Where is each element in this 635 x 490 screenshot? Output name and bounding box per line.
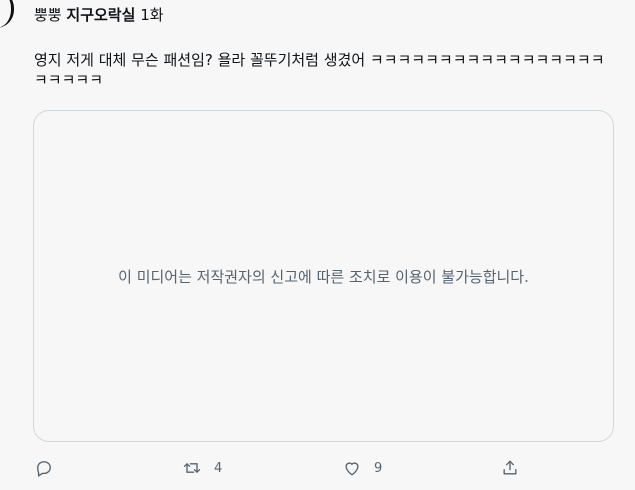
retweet-button[interactable]: 4 [182,456,222,480]
hashtag-suffix: 1화 [140,6,164,24]
share-button[interactable] [500,456,520,480]
share-icon [503,460,517,475]
tweet-actions-bar: 4 9 [34,456,534,480]
media-unavailable-notice: 이 미디어는 저작권자의 신고에 따른 조치로 이용이 불가능합니다. [118,267,529,286]
reply-button[interactable] [34,456,54,480]
retweet-count: 4 [214,460,223,476]
hashtag-prefix: 뿡뿡 [34,6,62,24]
hashtag-title[interactable]: 지구오락실 [66,6,135,24]
media-container[interactable]: 이 미디어는 저작권자의 신고에 따른 조치로 이용이 불가능합니다. [33,110,614,442]
avatar[interactable] [0,0,14,28]
like-button[interactable]: 9 [342,456,382,480]
reply-icon [37,461,51,477]
like-count: 9 [374,460,383,476]
retweet-icon [183,463,201,473]
heart-icon [345,462,359,476]
tweet-header-line: 뿡뿡 지구오락실 1화 [34,5,164,25]
tweet-text: 영지 저게 대체 무슨 패션임? 욜라 꼴뚜기처럼 생겼어 ㅋㅋㅋㅋㅋㅋㅋㅋㅋㅋ… [34,51,605,89]
